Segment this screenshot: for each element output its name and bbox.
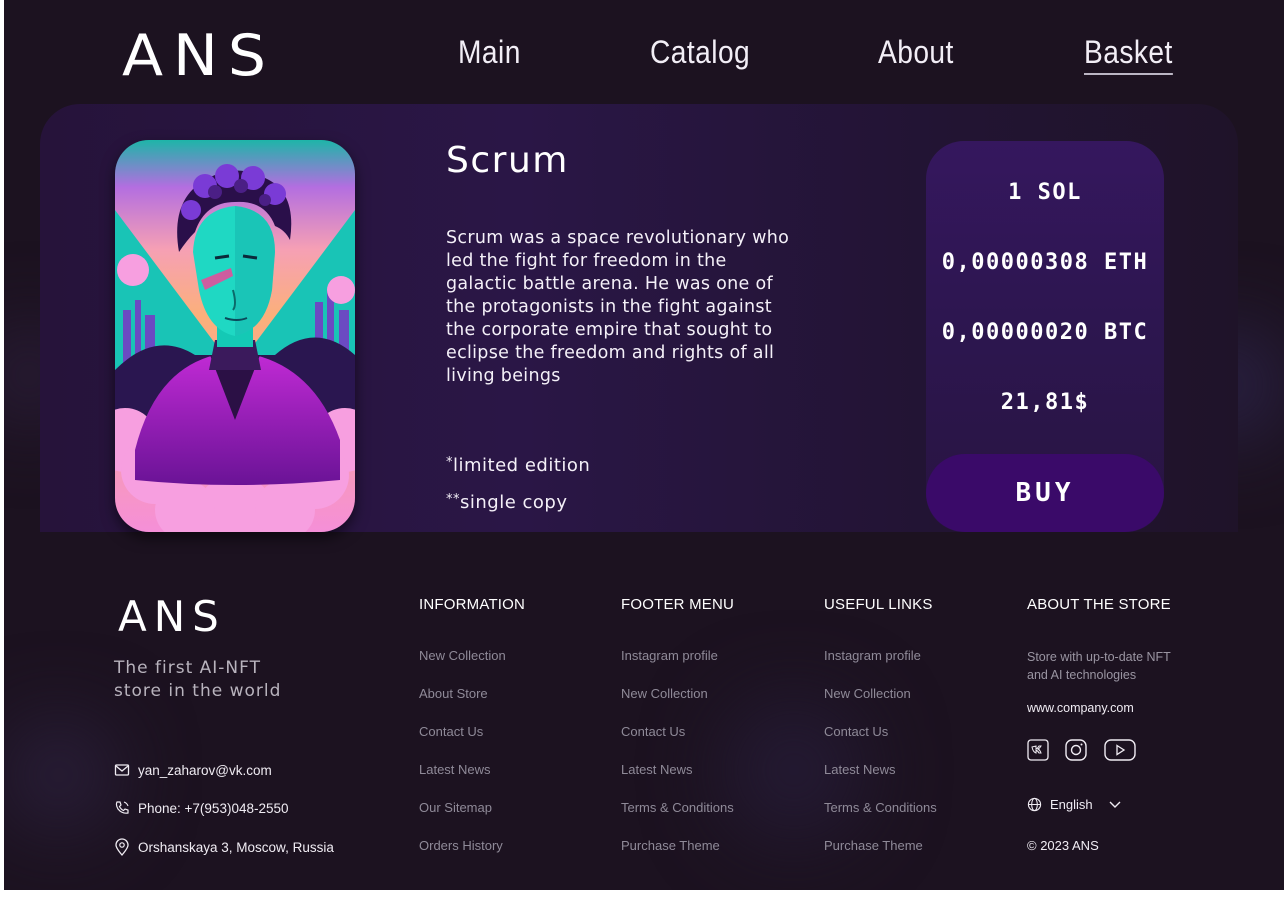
- about-store-text: Store with up-to-date NFT and AI technol…: [1027, 650, 1171, 682]
- price-btc: 0,00000020 BTC: [941, 320, 1149, 345]
- contact-phone[interactable]: Phone: +7(953)048-2550: [114, 800, 289, 816]
- footer-link[interactable]: Latest News: [621, 762, 693, 777]
- note-text: limited edition: [453, 455, 591, 476]
- site-logo[interactable]: ANS: [122, 28, 276, 85]
- nav-catalog[interactable]: Catalog: [650, 34, 750, 71]
- globe-icon: [1027, 797, 1042, 811]
- product-image: [115, 140, 355, 532]
- bg-glow: [4, 720, 114, 830]
- product-description: Scrum was a space revolutionary who led …: [446, 228, 790, 386]
- footer-link[interactable]: New Collection: [824, 686, 911, 701]
- contact-address[interactable]: Orshanskaya 3, Moscow, Russia: [114, 838, 334, 856]
- price-eth: 0,00000308 ETH: [941, 250, 1149, 275]
- footer-link[interactable]: About Store: [419, 686, 488, 701]
- nav-basket[interactable]: Basket: [1084, 34, 1173, 75]
- contact-address-text: Orshanskaya 3, Moscow, Russia: [138, 839, 334, 855]
- buy-button[interactable]: BUY: [926, 454, 1164, 532]
- contact-email[interactable]: yan_zaharov@vk.com: [114, 762, 272, 778]
- vk-icon[interactable]: [1027, 739, 1049, 766]
- contact-phone-text: Phone: +7(953)048-2550: [138, 800, 289, 816]
- footer-link[interactable]: Instagram profile: [824, 648, 921, 663]
- contact-email-text: yan_zaharov@vk.com: [138, 762, 272, 778]
- nav-about[interactable]: About: [878, 34, 954, 71]
- footer-heading-about-store: ABOUT THE STORE: [1027, 596, 1171, 613]
- footer-link[interactable]: New Collection: [419, 648, 506, 663]
- price-usd: 21,81$: [1000, 390, 1090, 415]
- language-label: English: [1050, 796, 1093, 812]
- footer-link[interactable]: New Collection: [621, 686, 708, 701]
- footer-link[interactable]: Our Sitemap: [419, 800, 492, 815]
- chevron-down-icon: [1109, 801, 1121, 808]
- footer-link[interactable]: Orders History: [419, 838, 503, 853]
- footer-logo[interactable]: ANS: [118, 592, 226, 641]
- footer-link[interactable]: Contact Us: [824, 724, 888, 739]
- price-sol: 1 SOL: [1008, 180, 1082, 205]
- footer-link[interactable]: Contact Us: [621, 724, 685, 739]
- footer-link[interactable]: Purchase Theme: [621, 838, 720, 853]
- product-title: Scrum: [446, 140, 569, 181]
- footer-link[interactable]: Contact Us: [419, 724, 483, 739]
- location-pin-icon: [115, 838, 129, 856]
- footer-link[interactable]: Terms & Conditions: [824, 800, 937, 815]
- note-limited-edition: *limited edition: [446, 455, 590, 476]
- note-marker: **: [446, 492, 460, 507]
- footer-heading-footer-menu: FOOTER MENU: [621, 596, 735, 613]
- language-select[interactable]: English: [1027, 796, 1123, 812]
- footer-heading-useful-links: USEFUL LINKS: [824, 596, 933, 613]
- footer-heading-information: INFORMATION: [419, 596, 526, 613]
- mail-icon: [114, 764, 130, 776]
- note-single-copy: **single copy: [446, 492, 568, 513]
- note-marker: *: [446, 455, 453, 470]
- note-text: single copy: [460, 492, 568, 513]
- copyright: © 2023 ANS: [1027, 838, 1099, 853]
- nav-main[interactable]: Main: [458, 34, 521, 71]
- footer-link[interactable]: Purchase Theme: [824, 838, 923, 853]
- footer-link[interactable]: Latest News: [824, 762, 896, 777]
- footer-link[interactable]: Terms & Conditions: [621, 800, 734, 815]
- footer-link[interactable]: Latest News: [419, 762, 491, 777]
- youtube-icon[interactable]: [1104, 739, 1136, 766]
- instagram-icon[interactable]: [1065, 739, 1087, 766]
- company-url-link[interactable]: www.company.com: [1027, 701, 1134, 715]
- phone-icon: [115, 801, 129, 814]
- footer-tagline: The first AI-NFT store in the world: [114, 658, 282, 701]
- footer-link[interactable]: Instagram profile: [621, 648, 718, 663]
